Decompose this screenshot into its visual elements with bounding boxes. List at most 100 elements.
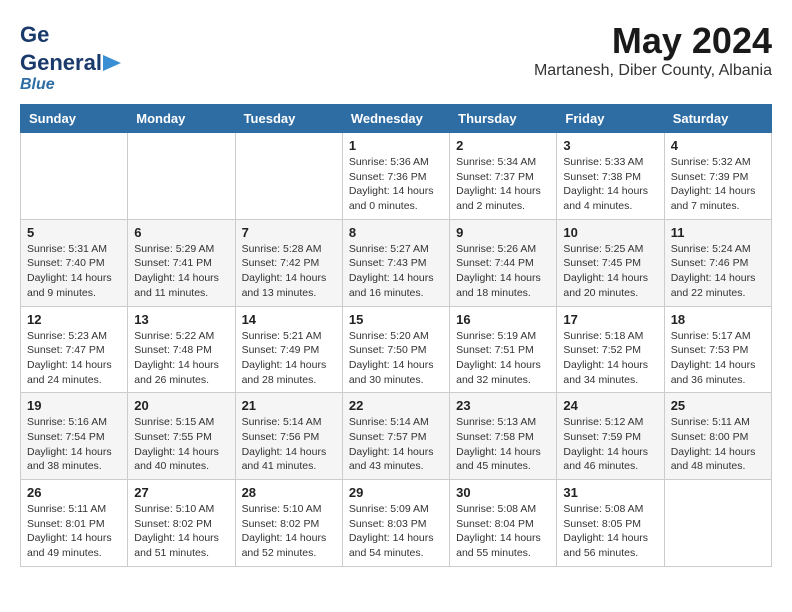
day-number: 30 (456, 485, 550, 500)
day-number: 17 (563, 312, 657, 327)
day-number: 26 (27, 485, 121, 500)
month-title: May 2024 (534, 20, 772, 62)
day-info: Sunrise: 5:27 AM Sunset: 7:43 PM Dayligh… (349, 242, 443, 301)
day-number: 27 (134, 485, 228, 500)
calendar-cell: 25 Sunrise: 5:11 AM Sunset: 8:00 PM Dayli… (664, 393, 771, 480)
day-header-thursday: Thursday (450, 105, 557, 133)
day-info: Sunrise: 5:29 AM Sunset: 7:41 PM Dayligh… (134, 242, 228, 301)
calendar-cell: 8 Sunrise: 5:27 AM Sunset: 7:43 PM Daylig… (342, 219, 449, 306)
day-number: 24 (563, 398, 657, 413)
logo-general-text: General (20, 50, 102, 76)
day-number: 7 (242, 225, 336, 240)
calendar-cell: 3Sunrise: 5:33 AM Sunset: 7:38 PM Daylig… (557, 133, 664, 220)
calendar-cell: 24 Sunrise: 5:12 AM Sunset: 7:59 PM Dayli… (557, 393, 664, 480)
calendar-cell: 31 Sunrise: 5:08 AM Sunset: 8:05 PM Dayli… (557, 480, 664, 567)
day-header-wednesday: Wednesday (342, 105, 449, 133)
day-info: Sunrise: 5:16 AM Sunset: 7:54 PM Dayligh… (27, 415, 121, 474)
day-info: Sunrise: 5:32 AM Sunset: 7:39 PM Dayligh… (671, 155, 765, 214)
day-info: Sunrise: 5:11 AM Sunset: 8:01 PM Dayligh… (27, 502, 121, 561)
day-info: Sunrise: 5:08 AM Sunset: 8:05 PM Dayligh… (563, 502, 657, 561)
calendar-cell: 7Sunrise: 5:28 AM Sunset: 7:42 PM Daylig… (235, 219, 342, 306)
day-number: 28 (242, 485, 336, 500)
logo-arrow-icon (103, 55, 121, 71)
day-info: Sunrise: 5:15 AM Sunset: 7:55 PM Dayligh… (134, 415, 228, 474)
calendar-cell: 14 Sunrise: 5:21 AM Sunset: 7:49 PM Dayli… (235, 306, 342, 393)
calendar-cell (664, 480, 771, 567)
calendar-cell: 9 Sunrise: 5:26 AM Sunset: 7:44 PM Daylig… (450, 219, 557, 306)
day-number: 8 (349, 225, 443, 240)
calendar-cell: 26 Sunrise: 5:11 AM Sunset: 8:01 PM Dayli… (21, 480, 128, 567)
day-info: Sunrise: 5:26 AM Sunset: 7:44 PM Dayligh… (456, 242, 550, 301)
day-info: Sunrise: 5:24 AM Sunset: 7:46 PM Dayligh… (671, 242, 765, 301)
calendar-cell (235, 133, 342, 220)
day-number: 5 (27, 225, 121, 240)
day-info: Sunrise: 5:10 AM Sunset: 8:02 PM Dayligh… (134, 502, 228, 561)
calendar-cell: 29Sunrise: 5:09 AM Sunset: 8:03 PM Dayli… (342, 480, 449, 567)
calendar-cell: 17 Sunrise: 5:18 AM Sunset: 7:52 PM Dayli… (557, 306, 664, 393)
day-number: 12 (27, 312, 121, 327)
calendar-cell: 16Sunrise: 5:19 AM Sunset: 7:51 PM Dayli… (450, 306, 557, 393)
calendar-cell: 10Sunrise: 5:25 AM Sunset: 7:45 PM Dayli… (557, 219, 664, 306)
day-number: 15 (349, 312, 443, 327)
day-info: Sunrise: 5:31 AM Sunset: 7:40 PM Dayligh… (27, 242, 121, 301)
calendar-cell: 23 Sunrise: 5:13 AM Sunset: 7:58 PM Dayli… (450, 393, 557, 480)
day-header-friday: Friday (557, 105, 664, 133)
title-area: May 2024 Martanesh, Diber County, Albani… (534, 20, 772, 80)
calendar-cell: 15 Sunrise: 5:20 AM Sunset: 7:50 PM Dayli… (342, 306, 449, 393)
calendar-week-row: 5 Sunrise: 5:31 AM Sunset: 7:40 PM Daylig… (21, 219, 772, 306)
day-info: Sunrise: 5:25 AM Sunset: 7:45 PM Dayligh… (563, 242, 657, 301)
calendar-week-row: 1Sunrise: 5:36 AM Sunset: 7:36 PM Daylig… (21, 133, 772, 220)
logo: General General Blue (20, 20, 122, 94)
calendar-header-row: SundayMondayTuesdayWednesdayThursdayFrid… (21, 105, 772, 133)
day-info: Sunrise: 5:13 AM Sunset: 7:58 PM Dayligh… (456, 415, 550, 474)
calendar-cell: 13Sunrise: 5:22 AM Sunset: 7:48 PM Dayli… (128, 306, 235, 393)
day-number: 23 (456, 398, 550, 413)
day-info: Sunrise: 5:23 AM Sunset: 7:47 PM Dayligh… (27, 329, 121, 388)
day-number: 6 (134, 225, 228, 240)
day-header-sunday: Sunday (21, 105, 128, 133)
day-info: Sunrise: 5:11 AM Sunset: 8:00 PM Dayligh… (671, 415, 765, 474)
day-number: 20 (134, 398, 228, 413)
day-info: Sunrise: 5:36 AM Sunset: 7:36 PM Dayligh… (349, 155, 443, 214)
day-header-saturday: Saturday (664, 105, 771, 133)
day-number: 3 (563, 138, 657, 153)
day-number: 22 (349, 398, 443, 413)
day-info: Sunrise: 5:18 AM Sunset: 7:52 PM Dayligh… (563, 329, 657, 388)
day-header-monday: Monday (128, 105, 235, 133)
day-info: Sunrise: 5:17 AM Sunset: 7:53 PM Dayligh… (671, 329, 765, 388)
calendar-cell: 6 Sunrise: 5:29 AM Sunset: 7:41 PM Daylig… (128, 219, 235, 306)
calendar-cell (21, 133, 128, 220)
calendar-cell: 21Sunrise: 5:14 AM Sunset: 7:56 PM Dayli… (235, 393, 342, 480)
day-info: Sunrise: 5:10 AM Sunset: 8:02 PM Dayligh… (242, 502, 336, 561)
calendar-cell: 1Sunrise: 5:36 AM Sunset: 7:36 PM Daylig… (342, 133, 449, 220)
location-title: Martanesh, Diber County, Albania (534, 62, 772, 80)
day-number: 2 (456, 138, 550, 153)
logo-blue-text: Blue (20, 76, 55, 94)
day-number: 14 (242, 312, 336, 327)
day-number: 29 (349, 485, 443, 500)
logo-icon: General (20, 20, 50, 50)
day-info: Sunrise: 5:14 AM Sunset: 7:56 PM Dayligh… (242, 415, 336, 474)
day-info: Sunrise: 5:34 AM Sunset: 7:37 PM Dayligh… (456, 155, 550, 214)
day-number: 13 (134, 312, 228, 327)
day-info: Sunrise: 5:19 AM Sunset: 7:51 PM Dayligh… (456, 329, 550, 388)
calendar-cell: 22Sunrise: 5:14 AM Sunset: 7:57 PM Dayli… (342, 393, 449, 480)
calendar-week-row: 19Sunrise: 5:16 AM Sunset: 7:54 PM Dayli… (21, 393, 772, 480)
day-number: 4 (671, 138, 765, 153)
day-number: 9 (456, 225, 550, 240)
day-number: 18 (671, 312, 765, 327)
day-info: Sunrise: 5:08 AM Sunset: 8:04 PM Dayligh… (456, 502, 550, 561)
day-info: Sunrise: 5:21 AM Sunset: 7:49 PM Dayligh… (242, 329, 336, 388)
day-info: Sunrise: 5:12 AM Sunset: 7:59 PM Dayligh… (563, 415, 657, 474)
day-number: 25 (671, 398, 765, 413)
calendar-cell: 30 Sunrise: 5:08 AM Sunset: 8:04 PM Dayli… (450, 480, 557, 567)
calendar-cell: 27 Sunrise: 5:10 AM Sunset: 8:02 PM Dayli… (128, 480, 235, 567)
calendar-cell: 11Sunrise: 5:24 AM Sunset: 7:46 PM Dayli… (664, 219, 771, 306)
day-header-tuesday: Tuesday (235, 105, 342, 133)
day-number: 31 (563, 485, 657, 500)
calendar-cell: 18 Sunrise: 5:17 AM Sunset: 7:53 PM Dayli… (664, 306, 771, 393)
day-info: Sunrise: 5:20 AM Sunset: 7:50 PM Dayligh… (349, 329, 443, 388)
calendar-week-row: 26 Sunrise: 5:11 AM Sunset: 8:01 PM Dayli… (21, 480, 772, 567)
calendar-cell: 12 Sunrise: 5:23 AM Sunset: 7:47 PM Dayli… (21, 306, 128, 393)
calendar-cell: 5 Sunrise: 5:31 AM Sunset: 7:40 PM Daylig… (21, 219, 128, 306)
